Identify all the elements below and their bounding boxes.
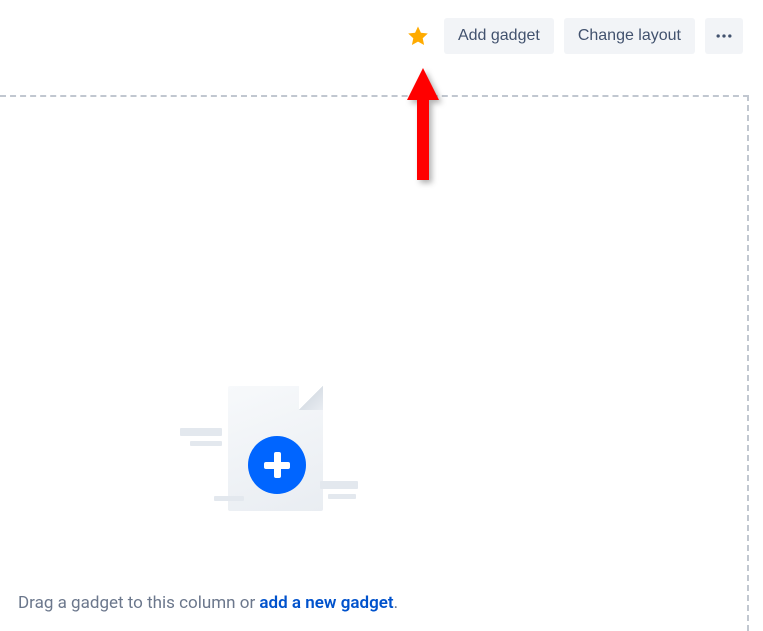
favorite-star-button[interactable] [402, 20, 434, 52]
add-new-gadget-link[interactable]: add a new gadget [259, 593, 393, 613]
empty-state-text: Drag a gadget to this column or add a ne… [18, 593, 398, 613]
empty-suffix: . [394, 593, 398, 613]
annotation-arrow-icon [403, 68, 443, 188]
motion-line [214, 496, 244, 501]
empty-prefix: Drag a gadget to this column or [18, 593, 259, 613]
motion-line [180, 428, 222, 436]
dashboard-toolbar: Add gadget Change layout [402, 18, 743, 54]
more-horizontal-icon [714, 26, 734, 46]
empty-state-illustration [180, 386, 360, 546]
more-actions-button[interactable] [705, 18, 743, 54]
gadget-drop-zone[interactable] [0, 95, 749, 631]
motion-line [328, 494, 356, 499]
add-gadget-button[interactable]: Add gadget [444, 18, 554, 54]
motion-line [320, 481, 358, 489]
change-layout-button[interactable]: Change layout [564, 18, 695, 54]
star-icon [406, 24, 430, 48]
motion-line [190, 441, 222, 446]
add-plus-icon [248, 436, 306, 494]
